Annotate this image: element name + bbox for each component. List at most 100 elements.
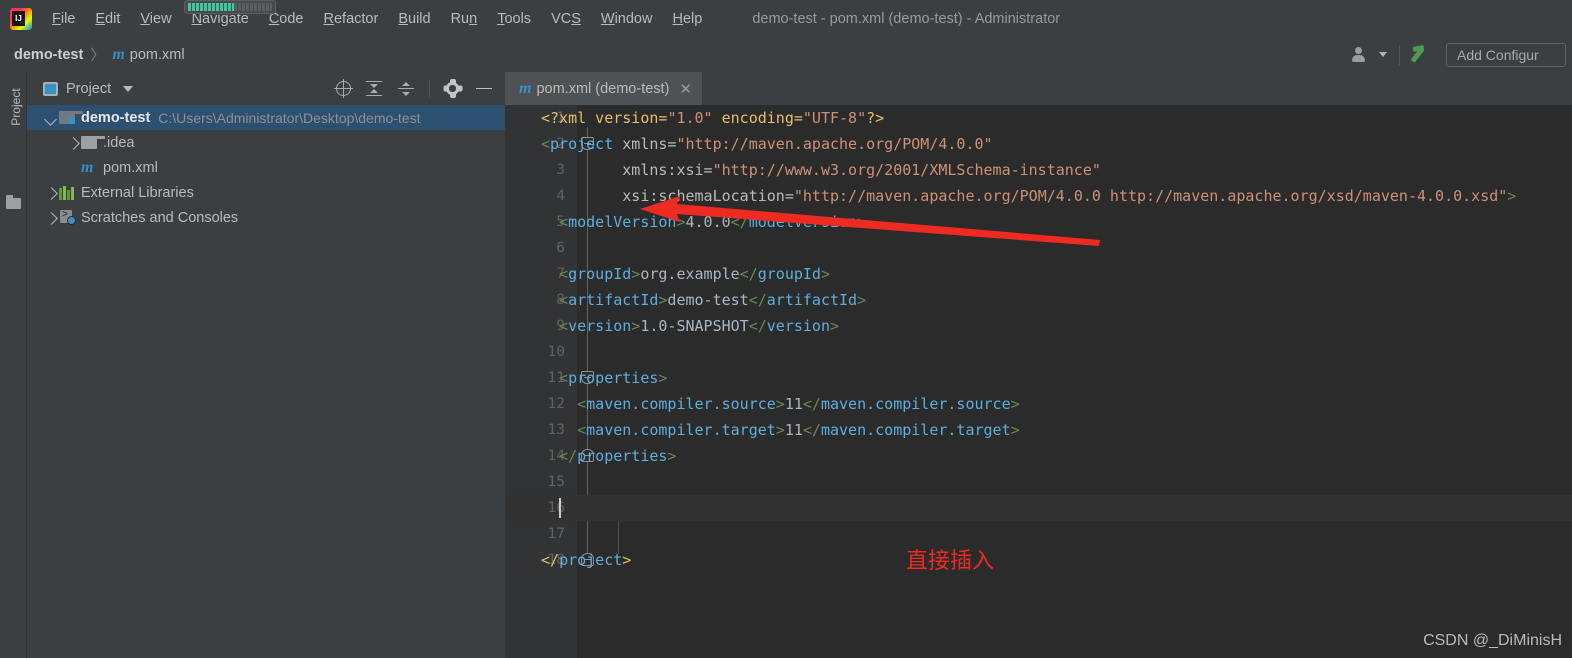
tree-row-external-libraries[interactable]: External Libraries xyxy=(27,180,505,205)
code-line-8[interactable]: 8 <artifactId>demo-test</artifactId> xyxy=(505,287,1572,313)
code-line-11[interactable]: 11 <properties> xyxy=(505,365,1572,391)
tree-item-label: Scratches and Consoles xyxy=(81,209,239,226)
line-number: 12 xyxy=(547,396,565,412)
menu-item-refactor[interactable]: Refactor xyxy=(314,8,389,30)
project-panel-toolbar: Project xyxy=(27,72,505,105)
breadcrumb-file[interactable]: pom.xml xyxy=(130,47,185,63)
code-line-7[interactable]: 7 <groupId>org.example</groupId> xyxy=(505,261,1572,287)
chevron-right-icon[interactable] xyxy=(43,210,59,226)
code-text: </properties> xyxy=(559,447,677,465)
select-opened-file-icon[interactable] xyxy=(334,79,353,98)
user-account-icon[interactable] xyxy=(1351,45,1377,65)
build-hammer-icon[interactable] xyxy=(1412,45,1434,65)
watermark: CSDN @_DiMinisH xyxy=(1423,632,1562,649)
project-tree: demo-test C:\Users\Administrator\Desktop\… xyxy=(27,105,505,230)
navigation-bar: demo-test 〉 m pom.xml Add Configur xyxy=(0,37,1572,72)
menu-item-run[interactable]: Run xyxy=(441,8,488,30)
chevron-right-icon[interactable] xyxy=(43,185,59,201)
code-line-18[interactable]: 18 </project> xyxy=(505,547,1572,573)
menu-item-view[interactable]: View xyxy=(130,8,181,30)
text-caret xyxy=(559,498,562,518)
code-text: <properties> xyxy=(559,369,668,387)
code-text: xsi:schemaLocation="http://maven.apache.… xyxy=(622,187,1517,205)
collapse-all-icon[interactable] xyxy=(397,80,415,98)
code-line-3[interactable]: 3 xmlns:xsi="http://www.w3.org/2001/XMLSc… xyxy=(505,157,1572,183)
toolbar-divider xyxy=(429,80,430,97)
code-line-9[interactable]: 9 <version>1.0-SNAPSHOT</version> xyxy=(505,313,1572,339)
code-text: xmlns:xsi="http://www.w3.org/2001/XMLSch… xyxy=(622,161,1101,179)
code-line-17[interactable]: 17 xyxy=(505,521,1572,547)
maven-file-icon: m xyxy=(519,79,532,97)
menu-item-window[interactable]: Window xyxy=(591,8,663,30)
navbar-right-controls: Add Configur xyxy=(1351,42,1572,67)
chevron-down-icon[interactable] xyxy=(43,110,59,126)
tree-row-idea[interactable]: .idea xyxy=(27,130,505,155)
line-number: 16 xyxy=(547,500,565,516)
chevron-down-icon[interactable] xyxy=(1379,52,1387,57)
menu-item-help[interactable]: Help xyxy=(662,8,712,30)
line-number: 4 xyxy=(556,188,565,204)
line-number: 11 xyxy=(547,370,565,386)
code-text: <artifactId>demo-test</artifactId> xyxy=(559,291,867,309)
intellij-idea-window: FileEditViewNavigateCodeRefactorBuildRun… xyxy=(0,0,1572,658)
project-module-icon xyxy=(59,111,83,124)
hide-panel-icon[interactable] xyxy=(475,80,493,98)
line-number: 10 xyxy=(547,344,565,360)
maven-file-icon: m xyxy=(112,45,125,63)
code-line-2[interactable]: 2 <project xmlns="http://maven.apache.org… xyxy=(505,131,1572,157)
menu-item-edit[interactable]: Edit xyxy=(85,8,130,30)
code-line-16[interactable]: 16 xyxy=(505,495,1572,521)
editor-area: m pom.xml (demo-test) ✕ 1 <?xml version="… xyxy=(505,72,1572,658)
tree-item-label: pom.xml xyxy=(103,159,158,176)
tree-row-pom-xml[interactable]: m pom.xml xyxy=(27,155,505,180)
tree-row-scratches-and-consoles[interactable]: Scratches and Consoles xyxy=(27,205,505,230)
line-number: 17 xyxy=(547,526,565,542)
editor-tab-bar: m pom.xml (demo-test) ✕ xyxy=(505,72,1572,105)
code-editor[interactable]: 1 <?xml version="1.0" encoding="UTF-8"?> 2… xyxy=(505,105,1572,658)
line-number: 15 xyxy=(547,474,565,490)
memory-indicator[interactable] xyxy=(184,0,276,14)
chevron-right-icon[interactable] xyxy=(65,135,81,151)
code-line-1[interactable]: 1 <?xml version="1.0" encoding="UTF-8"?> xyxy=(505,105,1572,131)
window-title: demo-test - pom.xml (demo-test) - Admini… xyxy=(752,10,1061,27)
line-number: 7 xyxy=(556,266,565,282)
code-line-14[interactable]: 14 </properties> xyxy=(505,443,1572,469)
project-panel-actions xyxy=(334,79,505,98)
chevron-down-icon[interactable] xyxy=(123,85,134,92)
tree-row-demo-test[interactable]: demo-test C:\Users\Administrator\Desktop\… xyxy=(27,105,505,130)
expand-all-icon[interactable] xyxy=(365,80,383,98)
line-number: 13 xyxy=(547,422,565,438)
folder-icon[interactable] xyxy=(6,195,21,209)
line-number: 8 xyxy=(556,292,565,308)
breadcrumb-project[interactable]: demo-test xyxy=(14,47,83,63)
line-number: 3 xyxy=(556,162,565,178)
tree-item-label: External Libraries xyxy=(81,184,194,201)
code-line-13[interactable]: 13 <maven.compiler.target>11</maven.compi… xyxy=(505,417,1572,443)
settings-gear-icon[interactable] xyxy=(444,79,461,98)
breadcrumb-separator-icon: 〉 xyxy=(90,47,106,64)
folder-icon xyxy=(81,136,105,149)
code-line-4[interactable]: 4 xsi:schemaLocation="http://maven.apache… xyxy=(505,183,1572,209)
tab-pom-xml[interactable]: m pom.xml (demo-test) ✕ xyxy=(505,72,702,105)
toolbar-divider xyxy=(1399,44,1400,65)
code-line-10[interactable]: 10 xyxy=(505,339,1572,365)
menu-item-file[interactable]: File xyxy=(42,8,85,30)
project-panel-title: Project xyxy=(66,80,112,97)
menu-item-build[interactable]: Build xyxy=(388,8,440,30)
code-line-12[interactable]: 12 <maven.compiler.source>11</maven.compi… xyxy=(505,391,1572,417)
add-configuration-button[interactable]: Add Configur xyxy=(1446,42,1566,67)
sidebar-item-project[interactable]: Project xyxy=(9,74,23,140)
code-text: <maven.compiler.target>11</maven.compile… xyxy=(577,421,1020,439)
close-icon[interactable]: ✕ xyxy=(679,80,692,98)
left-tool-strip: Project xyxy=(0,72,27,658)
code-text: <version>1.0-SNAPSHOT</version> xyxy=(559,317,840,335)
menu-item-vcs[interactable]: VCS xyxy=(541,8,591,30)
code-line-15[interactable]: 15 xyxy=(505,469,1572,495)
annotation-label: 直接插入 xyxy=(906,549,995,574)
code-text: </project> xyxy=(541,551,632,569)
code-line-5[interactable]: 5 <modelVersion>4.0.0</modelVersion> xyxy=(505,209,1572,235)
menu-item-tools[interactable]: Tools xyxy=(487,8,541,30)
tab-label: pom.xml (demo-test) xyxy=(536,80,670,97)
code-line-6[interactable]: 6 xyxy=(505,235,1572,261)
